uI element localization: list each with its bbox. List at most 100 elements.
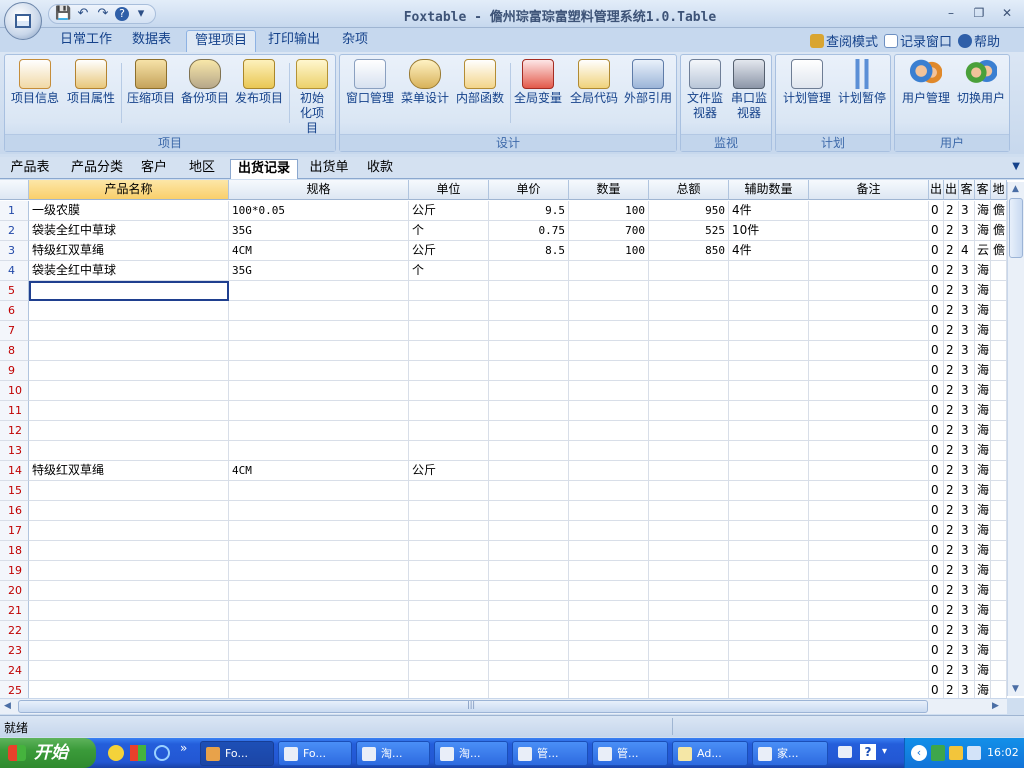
table-cell[interactable]: [809, 521, 929, 541]
tray-expand-icon[interactable]: ‹: [911, 745, 927, 761]
table-cell[interactable]: [809, 401, 929, 421]
row-number[interactable]: 22: [0, 621, 29, 641]
table-cell[interactable]: 个: [409, 261, 489, 281]
table-cell[interactable]: 10件: [729, 221, 809, 241]
table-cell[interactable]: [29, 341, 229, 361]
table-cell[interactable]: [489, 361, 569, 381]
sheet-list-dropdown[interactable]: ▼: [1012, 161, 1020, 172]
table-cell[interactable]: [809, 621, 929, 641]
row-number[interactable]: 5: [0, 281, 29, 301]
table-cell[interactable]: [409, 541, 489, 561]
tab-data-table[interactable]: 数据表: [124, 30, 179, 52]
horizontal-scroll-thumb[interactable]: |||: [18, 700, 928, 713]
table-cell[interactable]: [569, 301, 649, 321]
table-cell[interactable]: 35G: [229, 221, 409, 241]
minimize-button[interactable]: –: [938, 4, 964, 22]
table-cell[interactable]: 3: [959, 521, 975, 541]
table-cell[interactable]: 0: [929, 381, 944, 401]
taskbar-item[interactable]: Ad...: [672, 741, 748, 766]
scroll-down-icon[interactable]: ▼: [1012, 684, 1019, 694]
table-cell[interactable]: [29, 661, 229, 681]
internal-functions-button[interactable]: 内部函数: [452, 59, 508, 106]
table-cell[interactable]: 2: [944, 421, 959, 441]
table-cell[interactable]: [29, 541, 229, 561]
table-cell[interactable]: [409, 681, 489, 698]
table-cell[interactable]: [569, 621, 649, 641]
table-cell[interactable]: [649, 501, 729, 521]
table-cell[interactable]: 2: [944, 541, 959, 561]
row-number[interactable]: 8: [0, 341, 29, 361]
table-cell[interactable]: 0: [929, 341, 944, 361]
table-cell[interactable]: 0: [929, 661, 944, 681]
row-number[interactable]: 14: [0, 461, 29, 481]
table-cell[interactable]: 3: [959, 261, 975, 281]
table-cell[interactable]: [29, 601, 229, 621]
row-number[interactable]: 13: [0, 441, 29, 461]
table-cell[interactable]: [729, 261, 809, 281]
table-cell[interactable]: 3: [959, 681, 975, 698]
table-cell[interactable]: 2: [944, 561, 959, 581]
table-cell[interactable]: [809, 501, 929, 521]
column-header[interactable]: 出: [944, 180, 959, 200]
table-cell[interactable]: [729, 401, 809, 421]
table-cell[interactable]: 2: [944, 641, 959, 661]
table-cell[interactable]: [229, 621, 409, 641]
table-cell[interactable]: [991, 661, 1007, 681]
row-number[interactable]: 9: [0, 361, 29, 381]
quicklaunch-overflow-icon[interactable]: »: [180, 741, 187, 755]
table-cell[interactable]: [729, 521, 809, 541]
table-cell[interactable]: 2: [944, 381, 959, 401]
table-cell[interactable]: [729, 341, 809, 361]
table-cell[interactable]: [649, 441, 729, 461]
table-cell[interactable]: 3: [959, 641, 975, 661]
table-cell[interactable]: [809, 461, 929, 481]
table-cell[interactable]: 0: [929, 421, 944, 441]
table-cell[interactable]: [489, 661, 569, 681]
table-cell[interactable]: 8.5: [489, 241, 569, 261]
table-cell[interactable]: [809, 381, 929, 401]
table-cell[interactable]: [569, 481, 649, 501]
quicklaunch-ie-icon[interactable]: [154, 745, 170, 761]
table-cell[interactable]: 海: [975, 261, 991, 281]
table-cell[interactable]: 0.75: [489, 221, 569, 241]
column-header[interactable]: 出: [929, 180, 944, 200]
table-cell[interactable]: [229, 341, 409, 361]
table-cell[interactable]: [569, 521, 649, 541]
table-cell[interactable]: [809, 541, 929, 561]
table-cell[interactable]: [229, 301, 409, 321]
row-number[interactable]: 1: [0, 201, 29, 221]
table-cell[interactable]: 海: [975, 281, 991, 301]
window-manage-button[interactable]: 窗口管理: [342, 59, 398, 106]
plan-manage-button[interactable]: 计划管理: [778, 59, 836, 106]
table-cell[interactable]: 2: [944, 461, 959, 481]
table-cell[interactable]: [729, 601, 809, 621]
table-cell[interactable]: 公斤: [409, 201, 489, 221]
tab-manage-project[interactable]: 管理项目: [186, 30, 257, 52]
table-cell[interactable]: [489, 541, 569, 561]
table-cell[interactable]: 2: [944, 341, 959, 361]
table-cell[interactable]: 海: [975, 381, 991, 401]
table-cell[interactable]: [809, 241, 929, 261]
row-number[interactable]: 15: [0, 481, 29, 501]
table-cell[interactable]: [649, 621, 729, 641]
table-cell[interactable]: [991, 261, 1007, 281]
table-cell[interactable]: [409, 441, 489, 461]
table-cell[interactable]: 9.5: [489, 201, 569, 221]
table-cell[interactable]: 3: [959, 541, 975, 561]
column-header[interactable]: 单位: [409, 180, 489, 200]
table-cell[interactable]: 海: [975, 601, 991, 621]
table-cell[interactable]: [991, 521, 1007, 541]
table-cell[interactable]: 100: [569, 201, 649, 221]
help-button[interactable]: 帮助: [958, 31, 1000, 50]
start-button[interactable]: 开始: [0, 738, 96, 768]
table-cell[interactable]: [729, 461, 809, 481]
table-cell[interactable]: 0: [929, 321, 944, 341]
table-cell[interactable]: 0: [929, 501, 944, 521]
table-cell[interactable]: [29, 581, 229, 601]
table-cell[interactable]: 海: [975, 401, 991, 421]
column-header[interactable]: 总额: [649, 180, 729, 200]
table-cell[interactable]: 0: [929, 241, 944, 261]
table-cell[interactable]: 3: [959, 561, 975, 581]
table-cell[interactable]: [991, 501, 1007, 521]
table-cell[interactable]: [649, 281, 729, 301]
